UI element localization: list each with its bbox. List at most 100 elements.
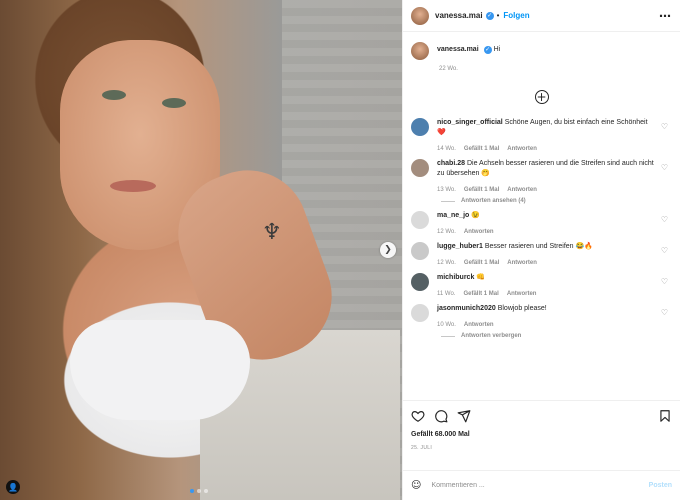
comment-like-heart-icon[interactable]: ♡ <box>661 163 668 172</box>
reply-button[interactable]: Antworten <box>507 291 537 297</box>
replies-divider <box>441 200 455 202</box>
bookmark-icon[interactable] <box>658 409 672 423</box>
comment-meta: 14 Wo. Gefällt 1 Mal Antworten <box>437 146 655 152</box>
caption-text-wrap: vanessa.mai ✓ Hi <box>437 46 500 54</box>
image-lips <box>110 180 156 192</box>
post-image[interactable]: ♆ ❯ 👤 <box>0 0 402 500</box>
comment-item: michiburck 👊 11 Wo. Gefällt 1 Mal Antwor… <box>411 273 672 297</box>
comment-meta: 13 Wo. Gefällt 1 Mal Antworten <box>437 187 655 193</box>
comment-like-heart-icon[interactable]: ♡ <box>661 308 668 317</box>
replies-divider <box>441 335 455 337</box>
comment-meta: 11 Wo. Gefällt 1 Mal Antworten <box>437 291 655 297</box>
comment-username[interactable]: ma_ne_jo <box>437 212 469 219</box>
smiley-icon[interactable]: ☺ <box>411 480 421 491</box>
comment-input[interactable] <box>431 482 649 489</box>
caption-text: Hi <box>493 46 501 53</box>
hide-replies-button[interactable]: Antworten verbergen <box>441 333 672 339</box>
follow-button[interactable]: Folgen <box>503 11 529 20</box>
add-comment-bar: ☺ Posten <box>403 470 680 500</box>
comment-likes[interactable]: Gefällt 1 Mal <box>463 291 498 297</box>
comment-meta: 10 Wo. Antworten <box>437 322 655 328</box>
tagged-user-icon[interactable]: 👤 <box>6 480 20 494</box>
comment-like-heart-icon[interactable]: ♡ <box>661 277 668 286</box>
reply-button[interactable]: Antworten <box>464 229 494 235</box>
comment-icon[interactable] <box>434 409 448 423</box>
action-icons <box>411 409 672 423</box>
palm-tattoo-icon: ♆ <box>262 220 282 245</box>
heart-icon[interactable] <box>411 409 425 423</box>
comment-time: 10 Wo. <box>437 322 456 328</box>
caption-avatar[interactable] <box>411 42 429 60</box>
image-top <box>70 320 250 420</box>
comment-body: lugge_huber1 Besser rasieren und Streife… <box>437 242 655 266</box>
commenter-avatar[interactable] <box>411 211 429 229</box>
caption: vanessa.mai ✓ Hi <box>411 42 672 60</box>
caption-time: 22 Wo. <box>439 66 458 72</box>
verified-badge-icon: ✓ <box>485 11 494 20</box>
comment-text: 👊 <box>476 274 486 281</box>
commenter-avatar[interactable] <box>411 304 429 322</box>
send-icon[interactable] <box>457 409 471 423</box>
comment-item: jasonmunich2020 Blowjob please! 10 Wo. A… <box>411 304 672 328</box>
comment-text: Die Achseln besser rasieren und die Stre… <box>437 160 654 177</box>
more-options-icon[interactable]: ⋯ <box>659 9 672 23</box>
image-eye-right <box>162 98 186 108</box>
comment-likes[interactable]: Gefällt 1 Mal <box>464 260 499 266</box>
comment-time: 12 Wo. <box>437 260 456 266</box>
comment-meta: 12 Wo. Antworten <box>437 229 655 235</box>
post-comment-button[interactable]: Posten <box>649 482 672 489</box>
comment-username[interactable]: michiburck <box>437 274 474 281</box>
commenter-avatar[interactable] <box>411 242 429 260</box>
caption-username[interactable]: vanessa.mai <box>437 46 479 53</box>
comment-text-wrap: nico_singer_official Schöne Augen, du bi… <box>437 118 655 138</box>
comment-body: nico_singer_official Schöne Augen, du bi… <box>437 118 655 152</box>
comment-time: 12 Wo. <box>437 229 456 235</box>
comment-meta: 12 Wo. Gefällt 1 Mal Antworten <box>437 260 655 266</box>
commenter-avatar[interactable] <box>411 273 429 291</box>
load-more-comments[interactable]: + <box>411 90 672 104</box>
reply-button[interactable]: Antworten <box>464 322 494 328</box>
comment-like-heart-icon[interactable]: ♡ <box>661 122 668 131</box>
comment-like-heart-icon[interactable]: ♡ <box>661 215 668 224</box>
carousel-dot <box>204 489 208 493</box>
comment-username[interactable]: chabi.28 <box>437 160 465 167</box>
reply-button[interactable]: Antworten <box>507 187 537 193</box>
comments-list[interactable]: vanessa.mai ✓ Hi 22 Wo. + nico_singer_of… <box>403 32 680 400</box>
comment-username[interactable]: jasonmunich2020 <box>437 305 496 312</box>
view-replies-button[interactable]: Antworten ansehen (4) <box>441 198 672 204</box>
plus-circle-icon[interactable]: + <box>534 90 549 104</box>
view-replies-label[interactable]: Antworten ansehen (4) <box>461 198 526 204</box>
comment-likes[interactable]: Gefällt 1 Mal <box>464 187 499 193</box>
reply-button[interactable]: Antworten <box>507 260 537 266</box>
next-image-button[interactable]: ❯ <box>380 242 396 258</box>
comment-username[interactable]: lugge_huber1 <box>437 243 483 250</box>
comment-username[interactable]: nico_singer_official <box>437 119 503 126</box>
likes-count[interactable]: Gefällt 68.000 Mal <box>411 431 672 438</box>
comment-text-wrap: michiburck 👊 <box>437 273 655 283</box>
author-username[interactable]: vanessa.mai <box>435 11 483 20</box>
comment-text-wrap: jasonmunich2020 Blowjob please! <box>437 304 655 314</box>
separator-dot: • <box>496 11 500 20</box>
carousel-dot <box>197 489 201 493</box>
hide-replies-label[interactable]: Antworten verbergen <box>461 333 521 339</box>
post-date[interactable]: 25. JULI <box>411 445 672 451</box>
carousel-dot-active <box>190 489 194 493</box>
reply-button[interactable]: Antworten <box>507 146 537 152</box>
comment-text: Besser rasieren und Streifen 😂🔥 <box>484 243 593 250</box>
post-modal: ♆ ❯ 👤 vanessa.mai ✓ • Folgen ⋯ vanessa.m… <box>0 0 680 500</box>
post-sidebar: vanessa.mai ✓ • Folgen ⋯ vanessa.mai ✓ H… <box>402 0 680 500</box>
comment-like-heart-icon[interactable]: ♡ <box>661 246 668 255</box>
comment-item: nico_singer_official Schöne Augen, du bi… <box>411 118 672 152</box>
comment-text-wrap: lugge_huber1 Besser rasieren und Streife… <box>437 242 655 252</box>
comment-time: 11 Wo. <box>437 291 456 297</box>
author-avatar[interactable] <box>411 6 429 25</box>
comment-text-wrap: chabi.28 Die Achseln besser rasieren und… <box>437 159 655 179</box>
carousel-indicator <box>190 489 208 493</box>
comment-text-wrap: ma_ne_jo 😉 <box>437 211 655 221</box>
commenter-avatar[interactable] <box>411 159 429 177</box>
comment-item: lugge_huber1 Besser rasieren und Streife… <box>411 242 672 266</box>
comment-likes[interactable]: Gefällt 1 Mal <box>464 146 499 152</box>
comment-time: 13 Wo. <box>437 187 456 193</box>
post-actions: Gefällt 68.000 Mal 25. JULI <box>403 400 680 470</box>
commenter-avatar[interactable] <box>411 118 429 136</box>
